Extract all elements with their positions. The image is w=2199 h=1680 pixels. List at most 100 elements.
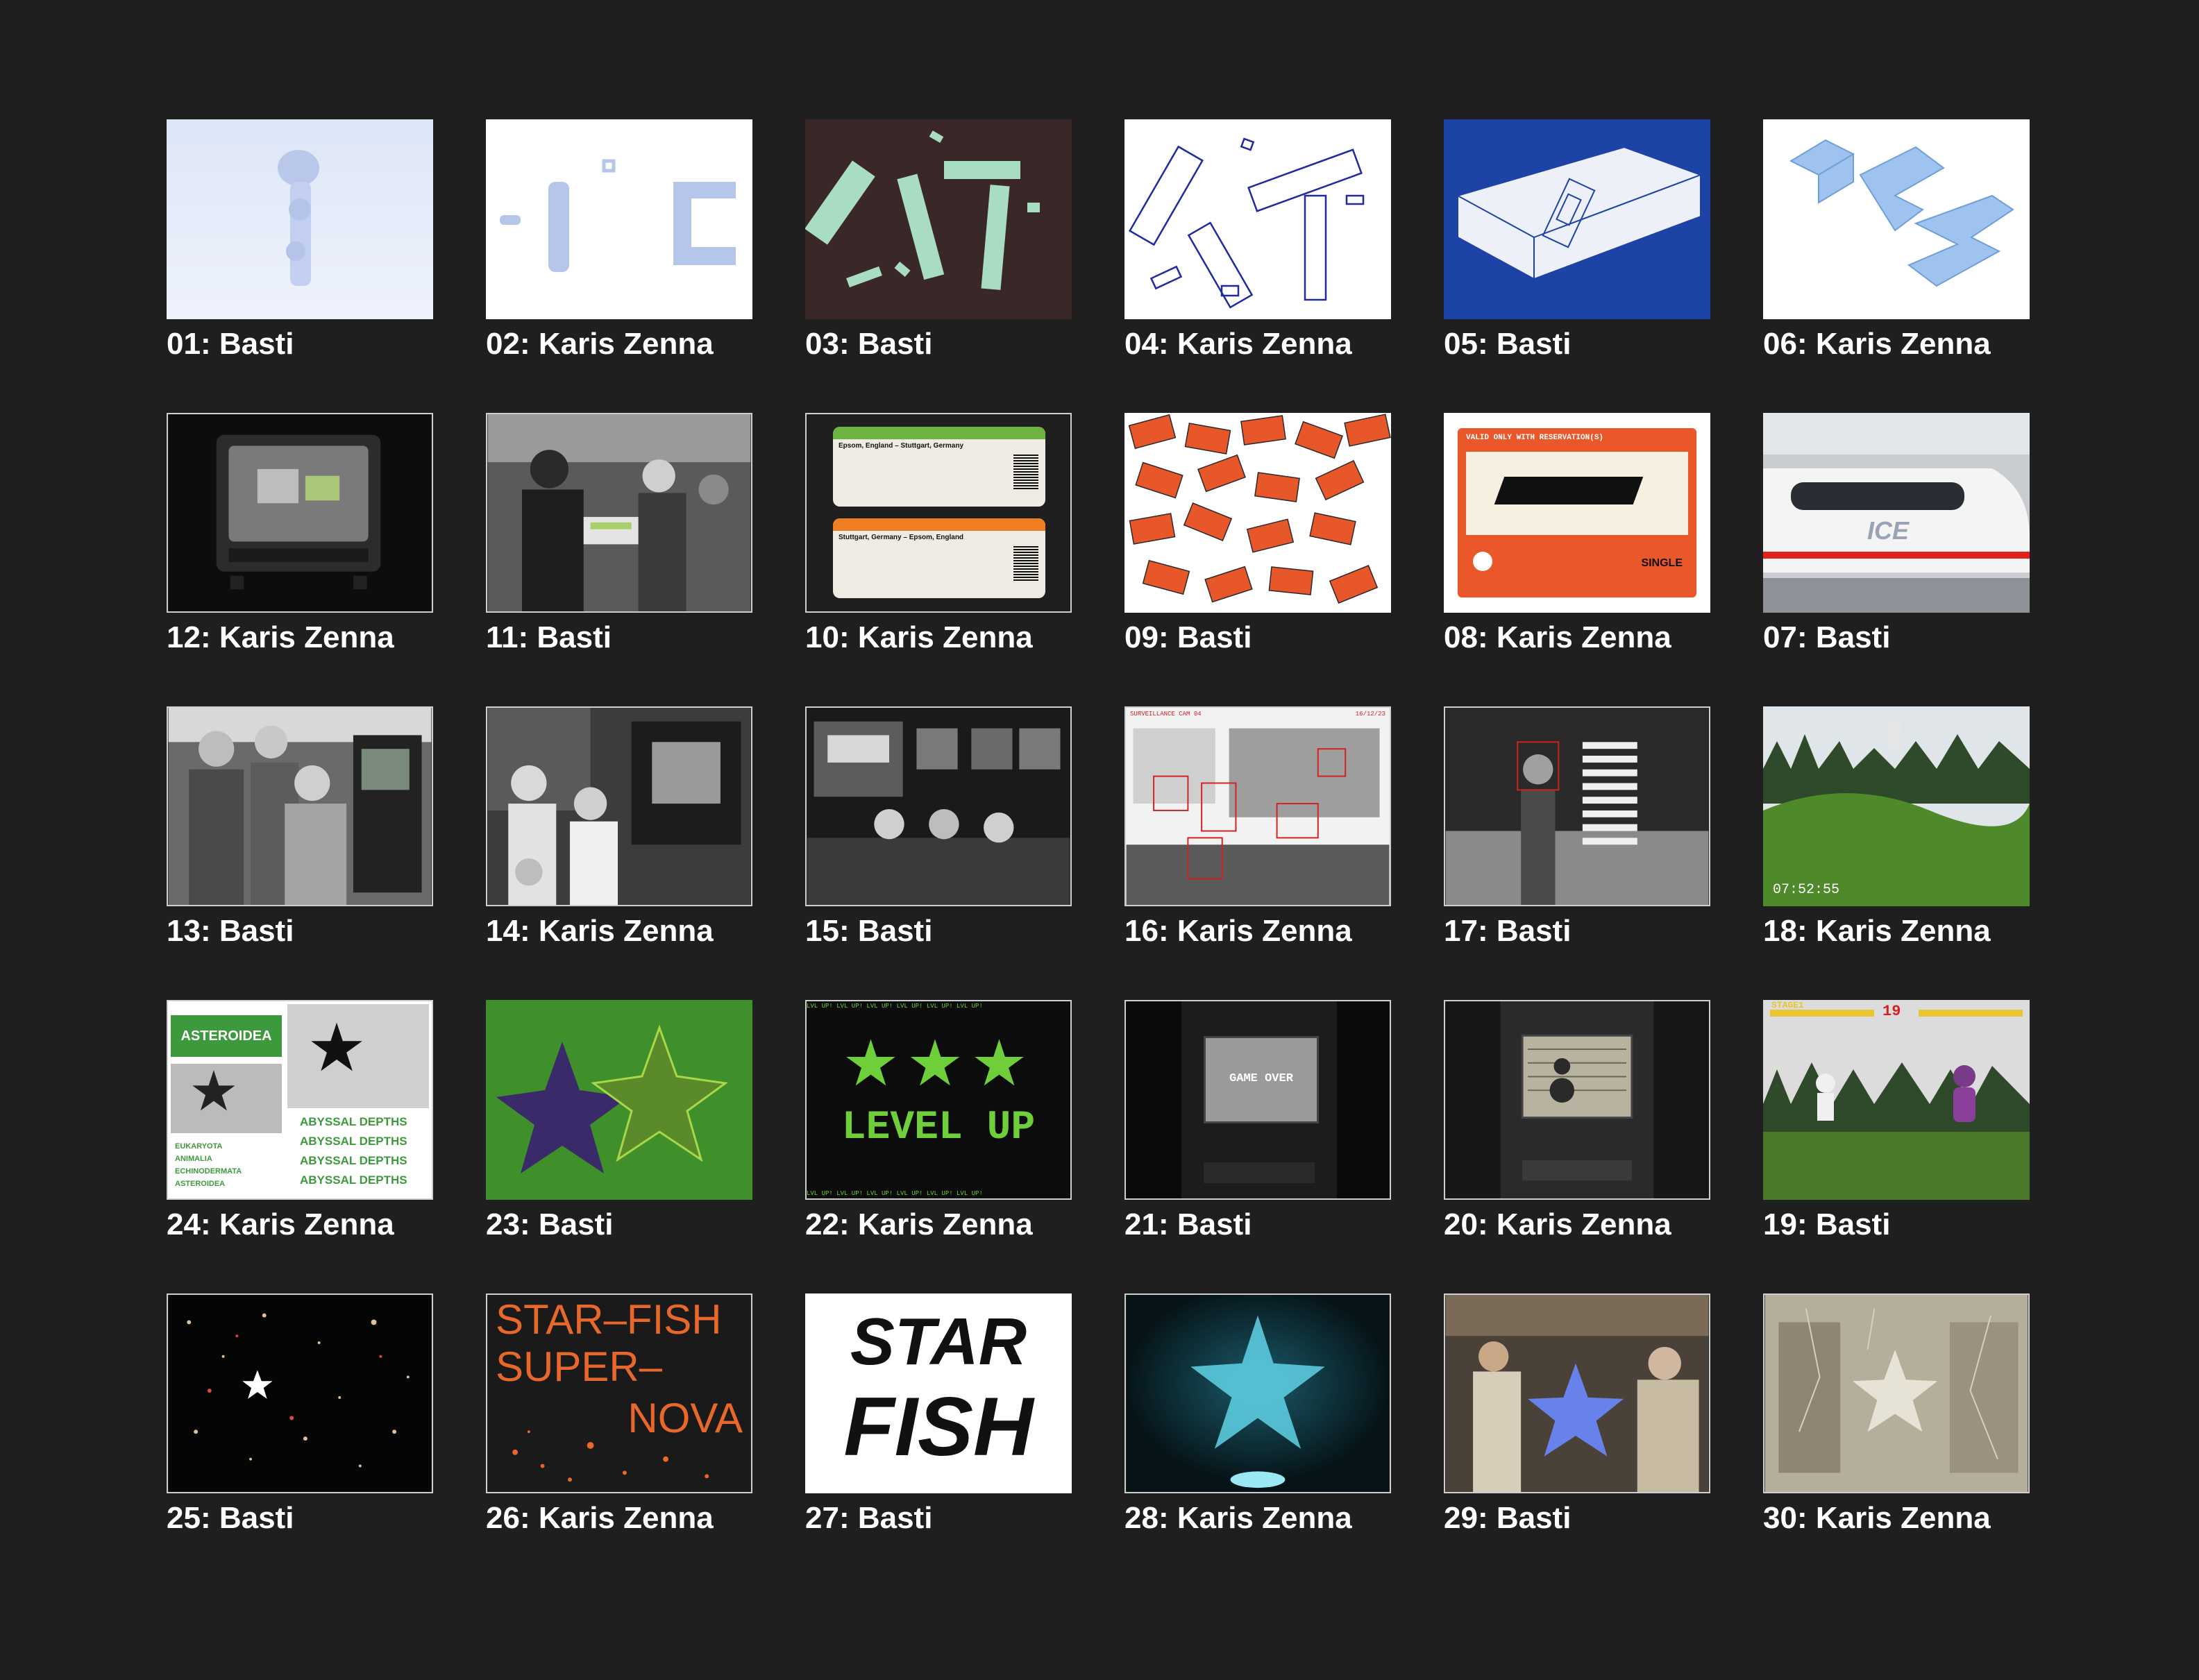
glowing-starfish-scene-image [1445,1295,1709,1492]
thumb-snow-ice[interactable] [486,119,752,319]
tile-caption: 06: Karis Zenna [1763,327,1991,361]
thumb-surveillance-cam[interactable]: SURVEILLANCE CAM 04 16/12/23 [1124,706,1391,906]
artwork-grid: 01: Basti 02: Karis Zenna 03: Basti 04: … [167,119,2030,1587]
tile-caption: 14: Karis Zenna [486,914,714,948]
tile-02[interactable]: 02: Karis Zenna [486,119,752,397]
thumb-arcade-snowman[interactable] [1444,1000,1710,1200]
tile-04[interactable]: 04: Karis Zenna [1124,119,1391,397]
tile-caption: 10: Karis Zenna [805,620,1033,654]
tile-24[interactable]: ASTEROIDEA ★ ★ ABYSSAL DEPTHS ABYSSAL DE… [167,1000,433,1278]
thumb-mint-blocks[interactable] [805,119,1072,319]
level-up-text: LEVEL UP [841,1105,1036,1151]
thumb-blue-wire-box[interactable] [1444,119,1710,319]
thumb-starfish-logo[interactable]: STAR FISH [805,1293,1072,1493]
tile-18[interactable]: 07:52:55 18: Karis Zenna [1763,706,2030,984]
surveillance-header-right: 16/12/23 [1355,711,1385,718]
tile-12[interactable]: 12: Karis Zenna [167,413,433,690]
thumb-asteroidea-collage[interactable]: ASTEROIDEA ★ ★ ABYSSAL DEPTHS ABYSSAL DE… [167,1000,433,1200]
thumb-rail-ticket[interactable]: VALID ONLY WITH RESERVATION(S) SINGLE [1444,413,1710,613]
tile-25[interactable]: 25: Basti [167,1293,433,1571]
tile-27[interactable]: STAR FISH 27: Basti [805,1293,1072,1571]
thumb-ice-train[interactable]: ICE [1763,413,2030,613]
tile-16[interactable]: SURVEILLANCE CAM 04 16/12/23 16: Karis Z… [1124,706,1391,984]
ticket-return: Stuttgart, Germany – Epsom, England [833,518,1045,598]
children-watching-tv-image [168,708,432,905]
thumb-deep-space[interactable] [167,1293,433,1493]
thumb-tv-set[interactable] [167,413,433,613]
tile-10[interactable]: Epsom, England – Stuttgart, Germany Stut… [805,413,1072,690]
thumb-level-up[interactable]: LVL UP! LVL UP! LVL UP! LVL UP! LVL UP! … [805,1000,1072,1200]
rail-ticket: VALID ONLY WITH RESERVATION(S) SINGLE [1458,428,1696,597]
3d-ice-letters-image [1763,119,2030,319]
tile-07[interactable]: ICE 07: Basti [1763,413,2030,690]
thumb-conductor-photo[interactable] [486,413,752,613]
tile-caption: 24: Karis Zenna [167,1207,394,1241]
tile-01[interactable]: 01: Basti [167,119,433,397]
tile-03[interactable]: 03: Basti [805,119,1072,397]
tile-caption: 17: Basti [1444,914,1572,948]
tile-21[interactable]: GAME OVER 21: Basti [1124,1000,1391,1278]
tile-05[interactable]: 05: Basti [1444,119,1710,397]
tile-caption: 01: Basti [167,327,294,361]
tile-caption: 03: Basti [805,327,933,361]
surveillance-header-left: SURVEILLANCE CAM 04 [1130,711,1202,718]
rail-ticket-header: VALID ONLY WITH RESERVATION(S) [1466,434,1604,442]
arcade-game-over-text: GAME OVER [1229,1072,1293,1085]
snow-ice-letters-image [486,119,752,319]
thumb-starfish-supernova[interactable]: STAR–FISH SUPER– NOVA [486,1293,752,1493]
tile-15[interactable]: 15: Basti [805,706,1072,984]
tile-caption: 07: Basti [1763,620,1891,654]
tile-09[interactable]: 09: Basti [1124,413,1391,690]
tile-caption: 23: Basti [486,1207,614,1241]
conductor-photo-image [487,414,751,611]
tile-26[interactable]: STAR–FISH SUPER– NOVA 26: Karis Zenna [486,1293,752,1571]
tile-14[interactable]: 14: Karis Zenna [486,706,752,984]
tile-caption: 16: Karis Zenna [1124,914,1352,948]
thumb-green-hills[interactable]: 07:52:55 [1763,706,2030,906]
tile-06[interactable]: 06: Karis Zenna [1763,119,2030,397]
tile-caption: 28: Karis Zenna [1124,1501,1352,1535]
thumb-sepia-ascii-scene[interactable] [1763,1293,2030,1493]
tile-30[interactable]: 30: Karis Zenna [1763,1293,2030,1571]
tile-11[interactable]: 11: Basti [486,413,752,690]
tile-caption: 20: Karis Zenna [1444,1207,1671,1241]
thumb-thermal-chimney[interactable] [1444,706,1710,906]
tile-13[interactable]: 13: Basti [167,706,433,984]
tile-caption: 29: Basti [1444,1501,1572,1535]
thumb-3d-ice[interactable] [1763,119,2030,319]
thumb-fighting-game[interactable]: STAGE1 19 [1763,1000,2030,1200]
thumb-starfish-green[interactable] [486,1000,752,1200]
rail-ticket-single: SINGLE [1641,557,1683,569]
logo-word-fish: FISH [843,1380,1034,1473]
tile-caption: 12: Karis Zenna [167,620,394,654]
tile-19[interactable]: STAGE1 19 19: Basti [1763,1000,2030,1278]
thumb-scattered-tickets[interactable] [1124,413,1391,613]
thumb-children-tv[interactable] [167,706,433,906]
thumb-kids-touching-tv[interactable] [486,706,752,906]
tile-caption: 30: Karis Zenna [1763,1501,1991,1535]
ticket-outbound-title: Epsom, England – Stuttgart, Germany [839,442,964,450]
thumb-glowing-starfish-scene[interactable] [1444,1293,1710,1493]
tile-28[interactable]: 28: Karis Zenna [1124,1293,1391,1571]
fight-hud-timer: 19 [1882,1003,1901,1020]
tile-08[interactable]: VALID ONLY WITH RESERVATION(S) SINGLE 08… [1444,413,1710,690]
thumb-travel-tickets[interactable]: Epsom, England – Stuttgart, Germany Stut… [805,413,1072,613]
thumb-snow-letter-i[interactable] [167,119,433,319]
tile-caption: 27: Basti [805,1501,933,1535]
tile-29[interactable]: 29: Basti [1444,1293,1710,1571]
tile-17[interactable]: 17: Basti [1444,706,1710,984]
blue-wire-box-image [1444,119,1710,319]
wireframe-blocks-image [1124,119,1391,319]
tile-20[interactable]: 20: Karis Zenna [1444,1000,1710,1278]
thumb-arcade-game-over[interactable]: GAME OVER [1124,1000,1391,1200]
tile-23[interactable]: 23: Basti [486,1000,752,1278]
thumb-hologram-starfish[interactable] [1124,1293,1391,1493]
taxonomy-list: EUKARYOTA ANIMALIA ECHINODERMATA ASTEROI… [175,1142,242,1188]
train-ice-label: ICE [1867,516,1910,545]
control-room-image [807,708,1070,905]
tile-22[interactable]: LVL UP! LVL UP! LVL UP! LVL UP! LVL UP! … [805,1000,1072,1278]
green-hills-image [1763,706,2030,906]
thumb-control-room[interactable] [805,706,1072,906]
thumb-wireframe-blocks[interactable] [1124,119,1391,319]
tile-caption: 11: Basti [486,620,612,654]
